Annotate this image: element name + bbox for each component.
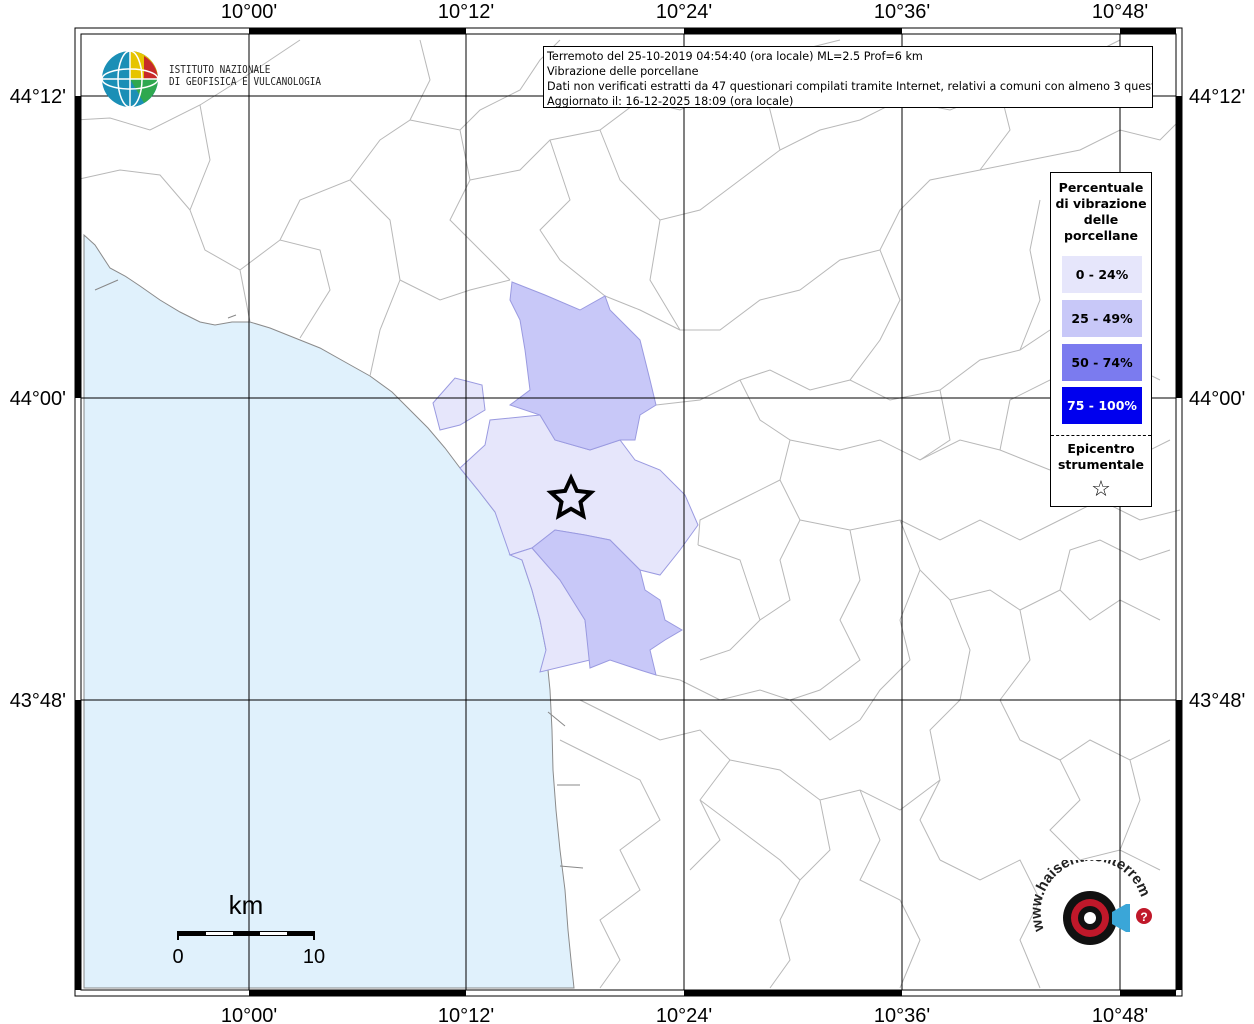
ingv-name-line2: DI GEOFISICA E VULCANOLOGIA — [169, 75, 321, 88]
left-axis-labels: 44°12' 44°00' 43°48' — [10, 86, 66, 712]
lon-label: 10°48' — [1092, 1005, 1148, 1024]
right-axis-labels: 44°12' 44°00' 43°48' — [1189, 86, 1245, 712]
haisentito-icon: ? www.haisentitoilterremoto.it — [1025, 847, 1154, 945]
legend-title-line: Percentuale — [1058, 180, 1144, 195]
lat-label: 43°48' — [10, 690, 66, 712]
lon-label: 10°36' — [874, 1, 930, 23]
legend: Percentuale di vibrazione delle porcella… — [1050, 172, 1152, 507]
legend-class-3: 75 - 100% — [1062, 387, 1142, 424]
lon-label: 10°00' — [221, 1005, 277, 1024]
haisentito-logo[interactable]: ? www.haisentitoilterremoto.it — [1025, 847, 1160, 980]
lat-label: 44°12' — [10, 86, 66, 108]
legend-separator — [1051, 435, 1151, 436]
legend-star-icon: ☆ — [1091, 477, 1111, 502]
top-axis-labels: 10°00' 10°12' 10°24' 10°36' 10°48' — [221, 1, 1148, 23]
legend-class-1: 25 - 49% — [1062, 300, 1142, 337]
event-line: Terremoto del 25-10-2019 04:54:40 (ora l… — [547, 50, 923, 63]
scale-unit: km — [229, 890, 264, 920]
legend-class-0: 0 - 24% — [1062, 256, 1142, 293]
scale-min: 0 — [172, 946, 183, 968]
bottom-axis-labels: 10°00' 10°12' 10°24' 10°36' 10°48' — [221, 1005, 1148, 1024]
legend-title-line: porcellane — [1064, 228, 1138, 243]
lat-label: 44°00' — [1189, 388, 1245, 410]
legend-epicenter-label: Epicentro strumentale — [1051, 441, 1151, 473]
lon-label: 10°24' — [656, 1, 712, 23]
lon-label: 10°12' — [438, 1, 494, 23]
lat-label: 43°48' — [1189, 690, 1245, 712]
legend-title: Percentuale di vibrazione delle porcella… — [1051, 180, 1151, 244]
lat-label: 44°00' — [10, 388, 66, 410]
lon-label: 10°00' — [221, 1, 277, 23]
data-note-line: Dati non verificati estratti da 47 quest… — [547, 80, 1153, 93]
lon-label: 10°36' — [874, 1005, 930, 1024]
legend-title-line: di vibrazione — [1055, 196, 1147, 211]
event-info-box: Terremoto del 25-10-2019 04:54:40 (ora l… — [543, 46, 1153, 108]
ingv-logo: ISTITUTO NAZIONALE DI GEOFISICA E VULCAN… — [100, 48, 330, 110]
ingv-name: ISTITUTO NAZIONALE DI GEOFISICA E VULCAN… — [169, 64, 321, 88]
parameter-line: Vibrazione delle porcellane — [547, 65, 699, 78]
lon-label: 10°24' — [656, 1005, 712, 1024]
legend-epicenter-line: strumentale — [1057, 457, 1145, 472]
globe-icon — [101, 50, 159, 108]
svg-text:?: ? — [1140, 910, 1147, 924]
lon-label: 10°48' — [1092, 1, 1148, 23]
updated-line: Aggiornato il: 16-12-2025 18:09 (ora loc… — [547, 95, 794, 108]
scale-max: 10 — [303, 946, 325, 968]
legend-class-2: 50 - 74% — [1062, 344, 1142, 381]
lon-label: 10°12' — [438, 1005, 494, 1024]
legend-epicenter-line: Epicentro — [1067, 441, 1135, 456]
lat-label: 44°12' — [1189, 86, 1245, 108]
legend-title-line: delle — [1083, 212, 1119, 227]
